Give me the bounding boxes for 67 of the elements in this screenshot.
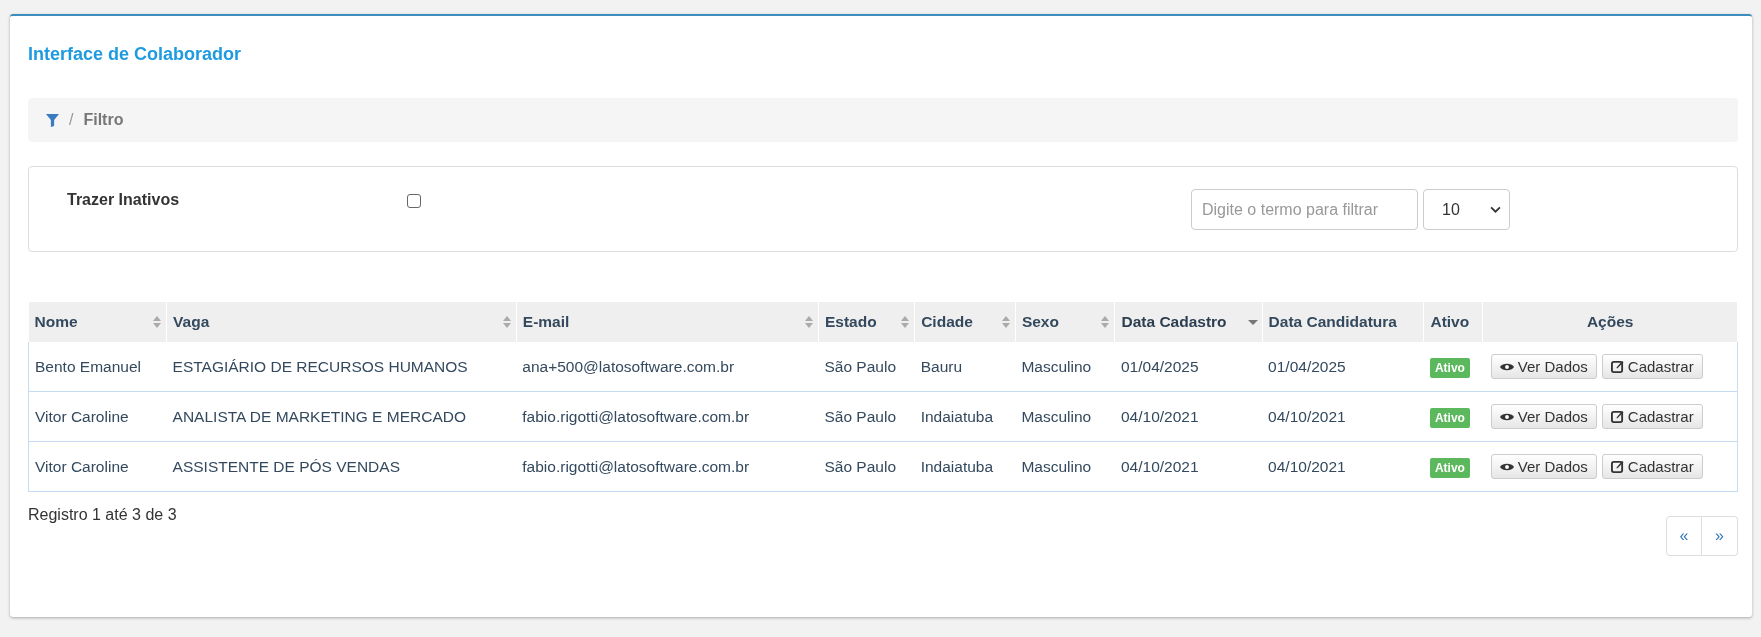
column-header[interactable]: Ativo bbox=[1423, 302, 1483, 342]
search-field[interactable]: Digite o termo para filtrar bbox=[1191, 189, 1418, 230]
table-cell: Bauru bbox=[914, 342, 1016, 392]
record-summary: Registro 1 até 3 de 3 bbox=[28, 506, 177, 524]
table-cell: 04/10/2021 bbox=[1262, 391, 1424, 442]
table-cell: ASSISTENTE DE PÓS VENDAS bbox=[166, 441, 517, 492]
eye-icon bbox=[1499, 461, 1514, 472]
table-cell: ANALISTA DE MARKETING E MERCADO bbox=[166, 391, 517, 442]
pagination-button[interactable]: « bbox=[1666, 516, 1702, 556]
sort-icon bbox=[501, 315, 512, 329]
eye-icon bbox=[1499, 361, 1514, 372]
table-cell: São Paulo bbox=[818, 342, 915, 392]
column-header[interactable]: E-mail bbox=[516, 302, 819, 342]
register-button[interactable]: Cadastrar bbox=[1601, 354, 1703, 379]
table-cell: Masculino bbox=[1015, 342, 1115, 392]
checkbox-label: Trazer Inativos bbox=[67, 191, 181, 209]
table-cell: ESTAGIÁRIO DE RECURSOS HUMANOS bbox=[166, 342, 517, 392]
eye-icon bbox=[1499, 411, 1514, 422]
table-cell: fabio.rigotti@latosoftware.com.br bbox=[516, 391, 819, 442]
view-button[interactable]: Ver Dados bbox=[1490, 354, 1597, 379]
edit-icon bbox=[1610, 410, 1624, 423]
checkbox[interactable] bbox=[407, 194, 421, 208]
table-cell: Masculino bbox=[1015, 441, 1115, 492]
edit-icon bbox=[1610, 360, 1624, 373]
page-title: Interface de Colaborador bbox=[28, 44, 243, 66]
table-cell: Masculino bbox=[1015, 391, 1115, 442]
table-cell: São Paulo bbox=[818, 441, 915, 492]
table-cell: 04/10/2021 bbox=[1115, 391, 1263, 442]
column-header[interactable]: Vaga bbox=[166, 302, 517, 342]
edit-icon bbox=[1610, 460, 1624, 473]
column-header[interactable]: Sexo bbox=[1015, 302, 1115, 342]
breadcrumb-separator: / bbox=[69, 111, 74, 129]
filter-icon bbox=[46, 113, 59, 127]
table-cell: São Paulo bbox=[818, 391, 915, 442]
status-badge: Ativo bbox=[1429, 457, 1470, 478]
column-header[interactable]: Data Cadastro bbox=[1115, 302, 1263, 342]
register-button[interactable]: Cadastrar bbox=[1601, 454, 1703, 479]
breadcrumb-item: Filtro bbox=[83, 111, 124, 129]
pagination-button[interactable]: » bbox=[1702, 516, 1738, 556]
table-cell: Vitor Caroline bbox=[28, 391, 167, 442]
table-cell: Vitor Caroline bbox=[28, 441, 167, 492]
table-cell: 01/04/2025 bbox=[1262, 342, 1424, 392]
sort-icon bbox=[900, 315, 911, 329]
sort-icon bbox=[1000, 315, 1011, 329]
table-cell: Indaiatuba bbox=[914, 441, 1016, 492]
column-header[interactable]: Ações bbox=[1482, 302, 1738, 342]
status-badge: Ativo bbox=[1429, 357, 1470, 378]
sort-icon bbox=[152, 315, 163, 329]
table-cell: 04/10/2021 bbox=[1115, 441, 1263, 492]
view-button[interactable]: Ver Dados bbox=[1490, 404, 1597, 429]
status-badge: Ativo bbox=[1429, 407, 1470, 428]
table-cell: fabio.rigotti@latosoftware.com.br bbox=[516, 441, 819, 492]
column-header[interactable]: Nome bbox=[28, 302, 167, 342]
chevron-down-icon bbox=[1490, 206, 1501, 213]
column-header[interactable]: Estado bbox=[818, 302, 915, 342]
table-cell: Bento Emanuel bbox=[28, 342, 167, 392]
column-header[interactable]: Data Candidatura bbox=[1262, 302, 1424, 342]
view-button[interactable]: Ver Dados bbox=[1490, 454, 1597, 479]
table-cell: ana+500@latosoftware.com.br bbox=[516, 342, 819, 392]
sort-icon bbox=[1100, 315, 1111, 329]
table-cell: 01/04/2025 bbox=[1115, 342, 1263, 392]
page-size-select[interactable]: 10 bbox=[1423, 189, 1510, 230]
sort-icon bbox=[804, 315, 814, 329]
table-cell: 04/10/2021 bbox=[1262, 441, 1424, 492]
register-button[interactable]: Cadastrar bbox=[1601, 404, 1703, 429]
column-header[interactable]: Cidade bbox=[914, 302, 1016, 342]
table-cell: Indaiatuba bbox=[914, 391, 1016, 442]
